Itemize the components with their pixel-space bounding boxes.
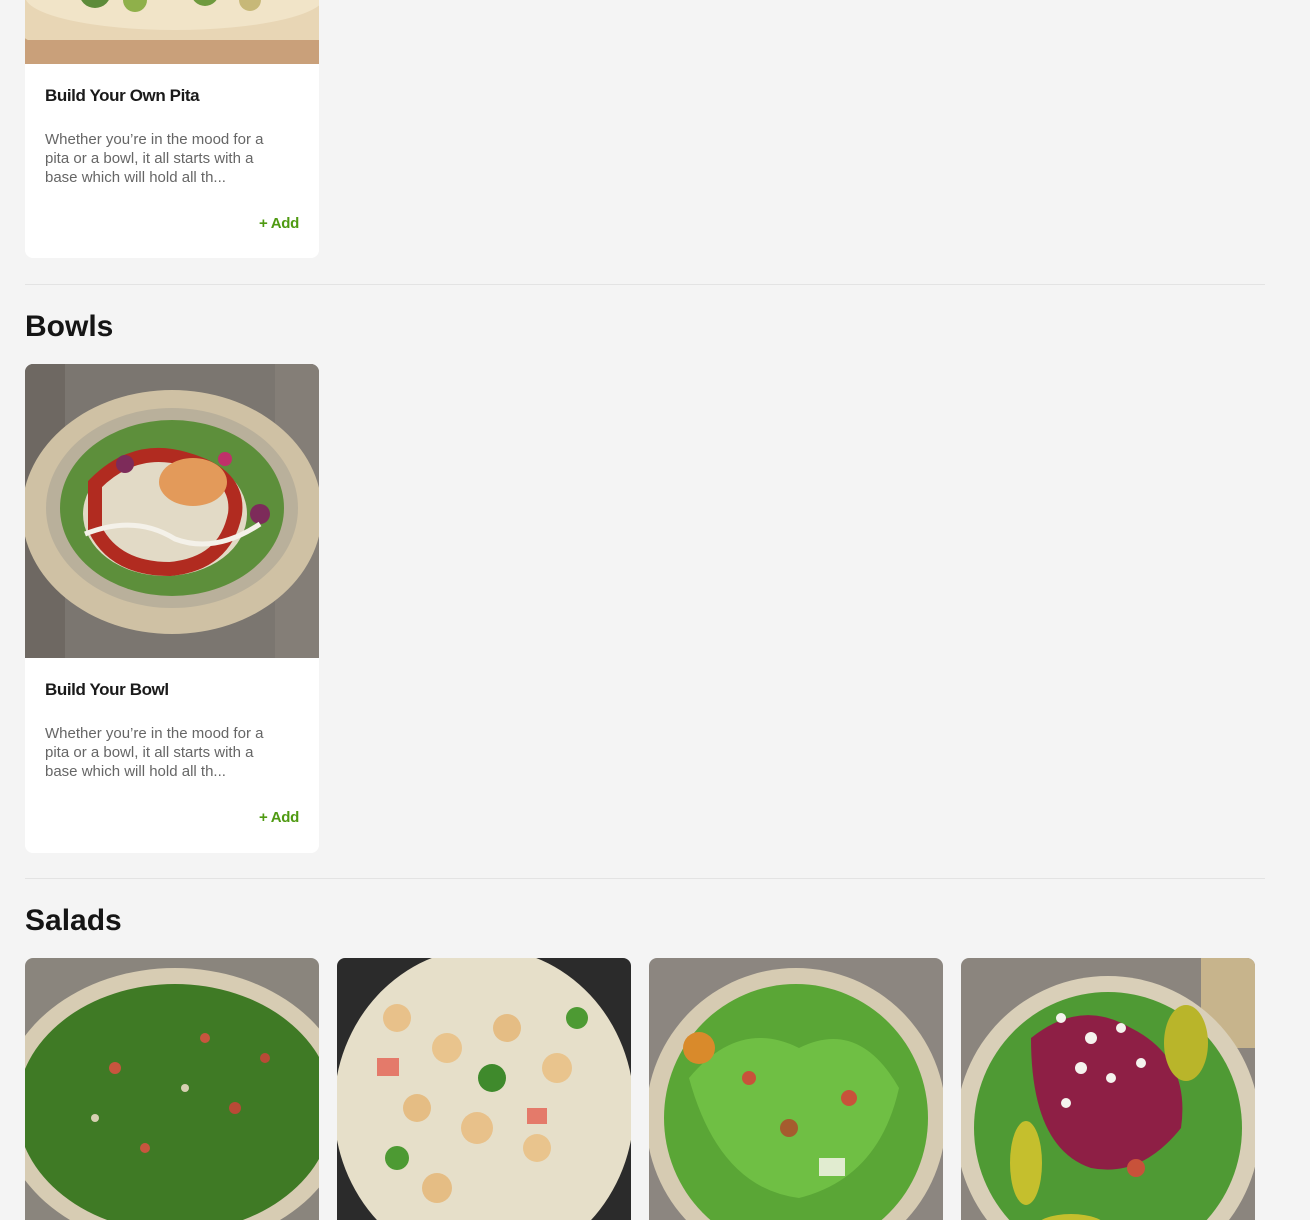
menu-item-card[interactable]: [649, 958, 943, 1220]
item-name: Build Your Own Pita: [45, 86, 200, 105]
menu-page: Build Your Own Pita Whether you’re in th…: [0, 0, 1310, 1220]
item-description: Whether you’re in the mood for a pita or…: [45, 131, 264, 186]
section-title-salads: Salads: [25, 904, 122, 937]
tabbouleh-salad-image: [25, 958, 319, 1220]
section-title-bowls: Bowls: [25, 310, 114, 343]
menu-item-card[interactable]: [961, 958, 1255, 1220]
beet-feta-salad-image: [961, 958, 1255, 1220]
menu-item-card[interactable]: Build Your Own Pita Whether you’re in th…: [25, 0, 319, 258]
item-name: Build Your Bowl: [45, 680, 169, 699]
add-button[interactable]: + Add: [259, 809, 299, 826]
section-divider: [25, 284, 1265, 285]
menu-item-card[interactable]: [337, 958, 631, 1220]
bowl-image: [25, 364, 319, 658]
item-description: Whether you’re in the mood for a pita or…: [45, 725, 264, 780]
add-button[interactable]: + Add: [259, 215, 299, 232]
fattoush-salad-image: [649, 958, 943, 1220]
section-divider: [25, 878, 1265, 879]
chickpea-salad-image: [337, 958, 631, 1220]
menu-item-card[interactable]: [25, 958, 319, 1220]
pita-wrap-image: [25, 0, 319, 64]
menu-item-card[interactable]: Build Your Bowl Whether you’re in the mo…: [25, 364, 319, 853]
